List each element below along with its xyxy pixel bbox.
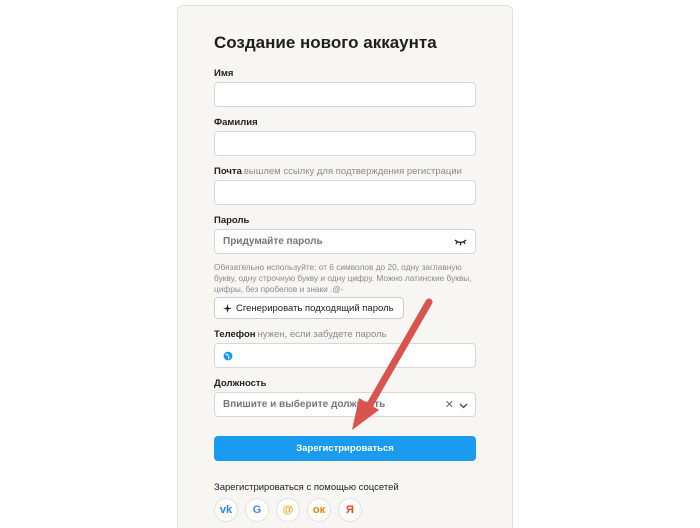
phone-input[interactable] [237, 344, 475, 367]
generate-password-button[interactable]: Сгенерировать подходящий пароль [214, 297, 404, 319]
first-name-input[interactable] [215, 83, 475, 106]
position-input[interactable] [215, 393, 475, 416]
last-name-label: Фамилия [214, 117, 258, 128]
register-button-label: Зарегистрироваться [296, 443, 394, 454]
last-name-field[interactable] [214, 131, 476, 156]
odnoklassniki-login-button[interactable]: ок [307, 498, 331, 522]
password-field[interactable] [214, 229, 476, 254]
vk-icon: vk [219, 504, 233, 516]
phone-field[interactable] [214, 343, 476, 368]
generate-password-label: Сгенерировать подходящий пароль [236, 302, 394, 314]
clear-icon[interactable]: ✕ [445, 398, 454, 411]
globe-icon[interactable] [223, 351, 233, 361]
sparkle-icon [223, 303, 232, 313]
social-signup-label: Зарегистрироваться с помощью соцсетей [214, 482, 399, 493]
password-label: Пароль [214, 215, 250, 226]
eye-closed-icon[interactable] [454, 237, 467, 247]
chevron-down-icon[interactable] [459, 401, 468, 410]
google-login-button[interactable]: G [245, 498, 269, 522]
first-name-label: Имя [214, 68, 234, 79]
vk-login-button[interactable]: vk [214, 498, 238, 522]
odnoklassniki-icon: ок [312, 504, 326, 516]
position-select[interactable]: ✕ [214, 392, 476, 417]
phone-hint: нужен, если забудете пароль [257, 329, 387, 340]
yandex-login-button[interactable]: Я [338, 498, 362, 522]
social-buttons: vk G @ ок Я [214, 498, 362, 522]
yandex-icon: Я [346, 504, 354, 516]
first-name-field[interactable] [214, 82, 476, 107]
email-hint: вышлем ссылку для подтверждения регистра… [243, 166, 462, 177]
register-button[interactable]: Зарегистрироваться [214, 436, 476, 461]
position-label: Должность [214, 378, 267, 389]
page-title: Создание нового аккаунта [214, 33, 437, 52]
last-name-input[interactable] [215, 132, 475, 155]
mail-at-login-button[interactable]: @ [276, 498, 300, 522]
registration-card: Создание нового аккаунта Имя Фамилия Поч… [177, 5, 513, 528]
email-label: Почта вышлем ссылку для подтверждения рег… [214, 166, 462, 177]
phone-label: Телефон нужен, если забудете пароль [214, 329, 387, 340]
password-requirements: Обязательно используйте: от 6 символов д… [214, 262, 472, 295]
google-icon: G [252, 504, 262, 516]
mail-at-icon: @ [282, 504, 294, 516]
password-input[interactable] [215, 230, 475, 253]
email-input[interactable] [215, 181, 475, 204]
email-field[interactable] [214, 180, 476, 205]
